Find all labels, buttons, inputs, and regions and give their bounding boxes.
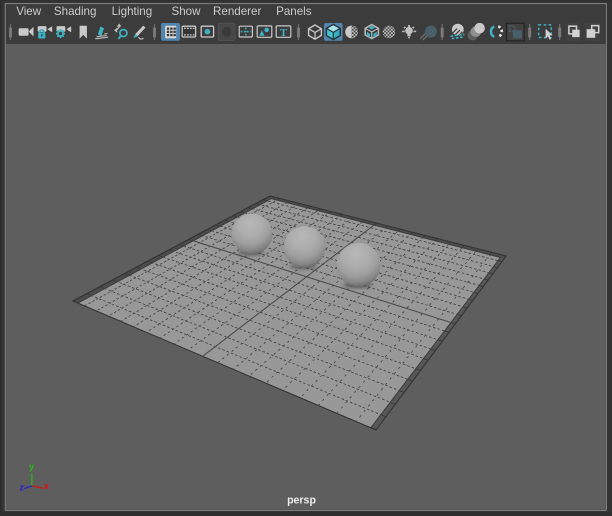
svg-text:Lighting: Lighting — [112, 5, 153, 18]
svg-text:Shading: Shading — [54, 5, 97, 18]
svg-text:Panels: Panels — [276, 5, 312, 18]
svg-text:y: y — [29, 462, 34, 472]
svg-text:T: T — [280, 27, 288, 39]
svg-text:Renderer: Renderer — [213, 5, 261, 18]
svg-text:persp: persp — [287, 495, 316, 507]
svg-text:Show: Show — [172, 5, 202, 18]
svg-text:x: x — [44, 481, 49, 491]
svg-text:z: z — [20, 482, 25, 492]
svg-text:View: View — [16, 5, 42, 18]
